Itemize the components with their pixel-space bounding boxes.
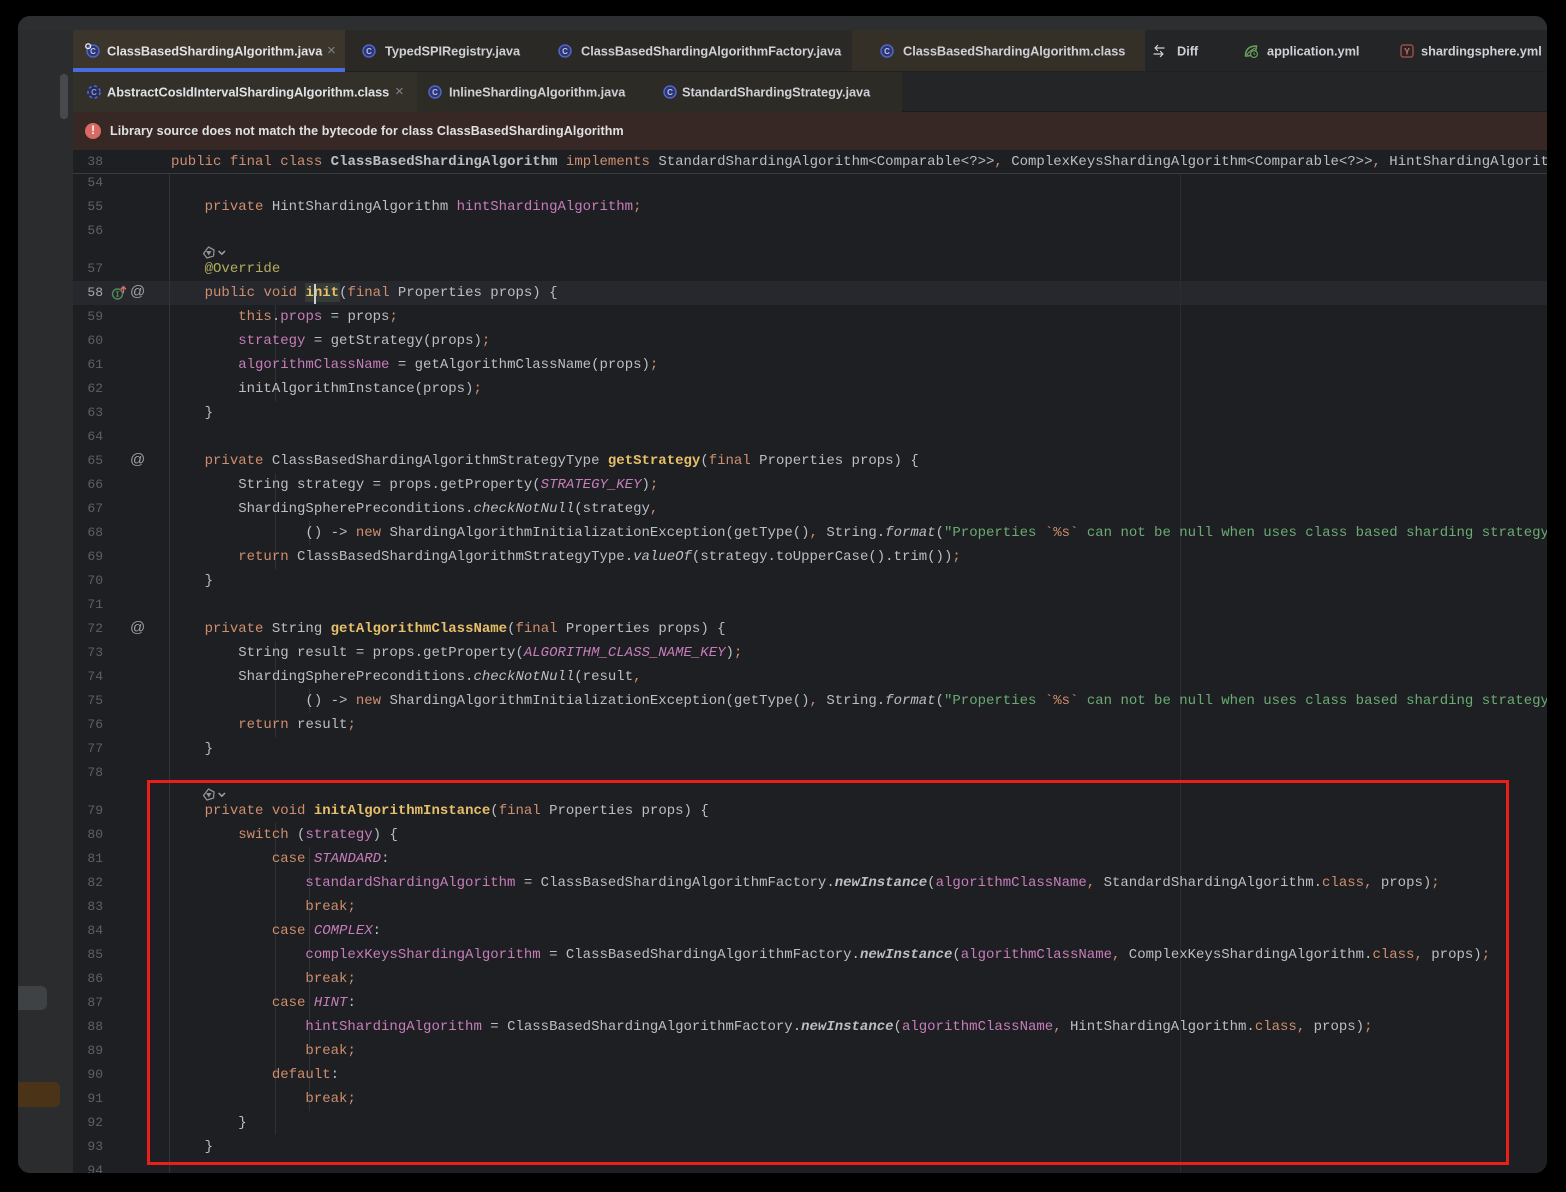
svg-text:C: C [432,88,438,97]
svg-text:C: C [884,47,890,56]
svg-text:C: C [562,47,568,56]
svg-text:C: C [90,47,96,56]
svg-text:C: C [366,47,372,56]
svg-text:C: C [91,88,97,97]
svg-text:Y: Y [1404,46,1410,56]
svg-text:C: C [667,88,673,97]
